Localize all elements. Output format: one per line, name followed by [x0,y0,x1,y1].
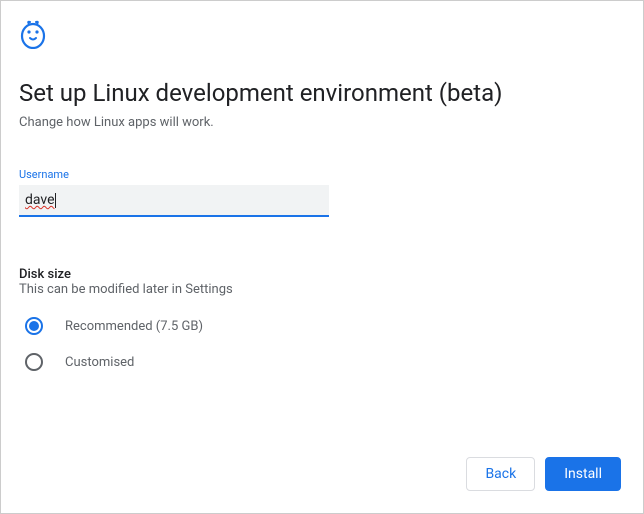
linux-penguin-icon [19,19,625,53]
username-input[interactable]: dave [19,185,329,217]
radio-option-customised[interactable]: Customised [25,353,625,371]
username-label: Username [19,168,625,181]
install-button[interactable]: Install [545,457,621,491]
radio-button-icon [25,353,43,371]
page-title: Set up Linux development environment (be… [19,79,625,107]
radio-label: Customised [65,355,134,370]
page-subtitle: Change how Linux apps will work. [19,115,625,130]
radio-label: Recommended (7.5 GB) [65,319,203,334]
back-button[interactable]: Back [466,457,535,491]
disk-size-title: Disk size [19,267,625,282]
username-value: dave [25,192,55,208]
username-field-group: Username dave [19,168,625,217]
disk-size-section: Disk size This can be modified later in … [19,267,625,371]
text-caret [55,193,56,208]
radio-button-icon [25,317,43,335]
radio-option-recommended[interactable]: Recommended (7.5 GB) [25,317,625,335]
button-bar: Back Install [466,457,621,491]
disk-size-subtitle: This can be modified later in Settings [19,282,625,297]
